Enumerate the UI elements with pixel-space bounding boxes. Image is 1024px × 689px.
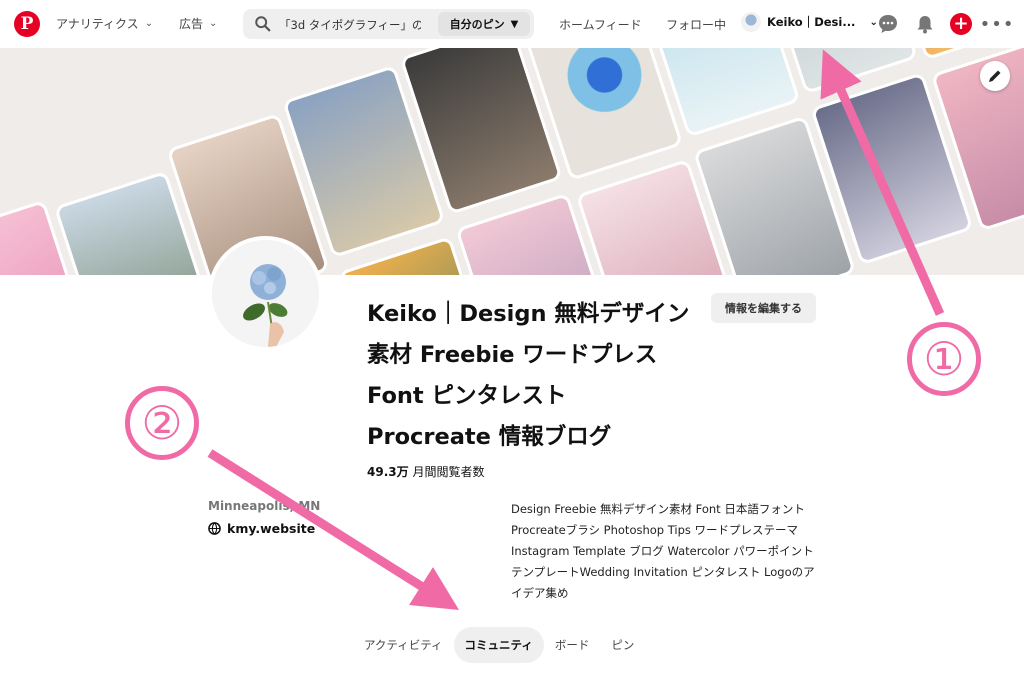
profile-title: Keiko｜Design 無料デザイン素材 Freebie ワードプレス Fon… [367,301,690,450]
annotation-number-two: ② [125,386,199,460]
create-plus-icon[interactable]: + [950,13,972,35]
tab-pins[interactable]: ピン [600,627,645,663]
analytics-label: アナリティクス [56,17,139,31]
search-icon [255,16,271,32]
top-nav: P アナリティクス ⌄ 広告 ⌄ 「3d タイポグラフィー」の 自分のピン ▼ … [0,0,1024,48]
hydrangea-photo-icon [212,240,319,347]
avatar[interactable] [208,236,323,351]
pinterest-logo-icon[interactable]: P [14,11,40,37]
website-url: kmy.website [227,521,316,536]
profile-name-short: Keiko｜Desi... [767,15,856,29]
ads-label: 広告 [179,17,204,31]
profile-location: Minneapolis, MN [208,499,321,513]
monthly-viewers-count: 49.3万 [367,465,409,479]
following-link[interactable]: フォロー中 [666,16,726,33]
tab-activity[interactable]: アクティビティ [353,627,454,663]
search-input[interactable]: 「3d タイポグラフィー」の [279,17,421,33]
analytics-menu[interactable]: アナリティクス ⌄ [56,15,153,32]
avatar [741,12,761,32]
profile-menu[interactable]: Keiko｜Desi... ⌄ [741,12,878,32]
edit-cover-button[interactable] [980,61,1010,91]
monthly-viewers: 49.3万 月間閲覧者数 [367,463,484,480]
pencil-icon [989,70,1001,82]
edit-profile-button[interactable]: 情報を編集する [711,293,816,323]
messages-icon[interactable] [877,13,899,35]
chevron-down-icon: ▼ [510,18,519,30]
more-options-icon[interactable]: ••• [980,13,1014,35]
search-scope-label: 自分のピン [449,18,505,31]
tab-boards[interactable]: ボード [544,627,601,663]
home-feed-link[interactable]: ホームフィード [559,16,642,33]
profile-bio: Design Freebie 無料デザイン素材 Font 日本語フォント Pro… [511,502,815,600]
chevron-down-icon: ⌄ [144,18,154,29]
monthly-viewers-label: 月間閲覧者数 [412,465,485,479]
search-scope-dropdown[interactable]: 自分のピン ▼ [438,12,530,36]
bell-icon[interactable] [914,13,936,35]
ads-menu[interactable]: 広告 ⌄ [179,15,217,32]
cover-collage [0,48,1024,275]
search-bar[interactable]: 「3d タイポグラフィー」の 自分のピン ▼ [243,9,534,39]
annotation-number-one: ① [907,322,981,396]
globe-icon [208,522,221,535]
tab-community[interactable]: コミュニティ [453,627,544,663]
profile-tabs: アクティビティ コミュニティ ボード ピン [353,627,645,663]
profile-cover-image [0,48,1024,275]
chevron-down-icon: ⌄ [209,18,218,29]
website-link[interactable]: kmy.website [208,521,315,536]
